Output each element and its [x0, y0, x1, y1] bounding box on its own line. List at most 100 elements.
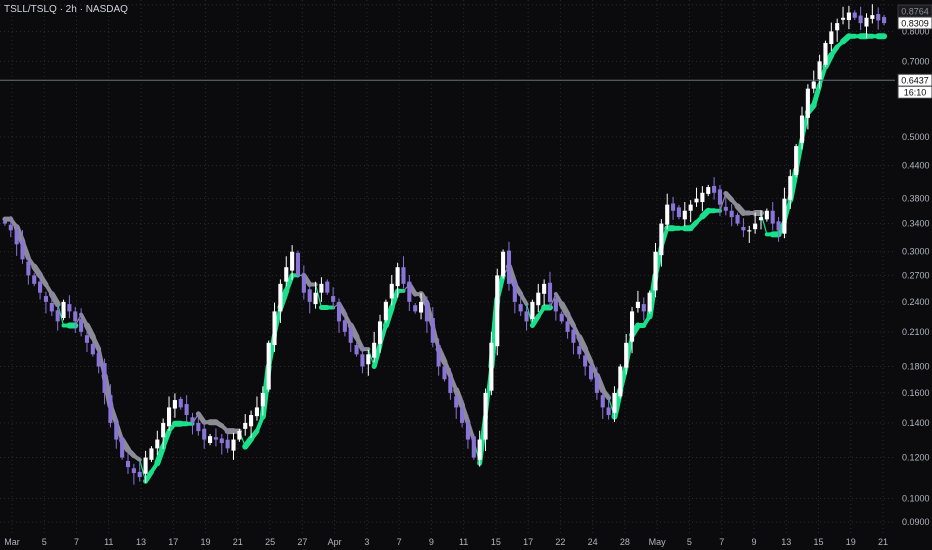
- candle-body: [506, 250, 512, 284]
- candle-body: [325, 281, 330, 293]
- candle-body: [284, 267, 289, 282]
- candle-body: [770, 210, 775, 224]
- candle-body: [688, 204, 693, 211]
- candle-body: [319, 283, 324, 293]
- candle-body: [84, 335, 90, 343]
- price-chart[interactable]: 0.80000.70000.50000.44000.38000.34000.30…: [0, 0, 932, 550]
- candle-body: [272, 311, 277, 346]
- candle-body: [225, 439, 230, 449]
- y-tick-label: 0.0900: [902, 517, 930, 527]
- candle-body: [336, 302, 342, 322]
- candle-body: [717, 189, 723, 205]
- candle-body: [864, 17, 869, 27]
- candle-body: [606, 407, 611, 416]
- candle-body: [231, 439, 236, 451]
- candle-body: [424, 300, 429, 322]
- candle-body: [729, 210, 734, 218]
- price-axis[interactable]: 0.80000.70000.50000.44000.38000.34000.30…: [902, 26, 930, 527]
- candle-body: [618, 366, 623, 397]
- time-axis[interactable]: Mar 5 7 11 13 17 19 21 25 27 Apr 3 7 9 11 15 17 22 24 28 May…: [4, 537, 888, 547]
- candle-body: [776, 221, 781, 231]
- y-tick-label: 0.7000: [902, 56, 930, 66]
- candle-body: [172, 400, 177, 409]
- candle-body: [811, 81, 816, 89]
- candle-body: [477, 439, 482, 460]
- x-tick-label: Mar: [4, 537, 20, 547]
- candle-body: [829, 31, 834, 45]
- candle-body: [518, 304, 523, 312]
- candle-body: [213, 437, 218, 440]
- candle-body: [108, 395, 113, 423]
- x-tick-label: 9: [429, 537, 434, 547]
- x-tick-label: 17: [168, 537, 178, 547]
- candle-body: [114, 422, 119, 440]
- y-tick-label: 0.2100: [902, 327, 930, 337]
- candle-body: [208, 436, 213, 443]
- candle-body: [413, 305, 418, 312]
- candle-body: [383, 301, 388, 321]
- candle-body: [588, 365, 594, 380]
- y-tick-label: 0.1000: [902, 493, 930, 503]
- candle-body: [782, 198, 787, 234]
- x-tick-label: 15: [813, 537, 823, 547]
- candle-body: [307, 289, 312, 302]
- candle-body: [49, 302, 54, 312]
- candle-body: [471, 436, 476, 458]
- y-tick-label: 0.1200: [902, 453, 930, 463]
- candle-body: [143, 457, 148, 474]
- x-tick-label: Apr: [328, 537, 342, 547]
- candle-body: [876, 14, 881, 21]
- candle-body: [454, 396, 459, 408]
- candle-body: [794, 146, 799, 176]
- candle-body: [641, 304, 646, 312]
- candle-body: [61, 301, 66, 319]
- candle-body: [196, 422, 201, 432]
- x-tick-label: 11: [459, 537, 468, 547]
- candle-body: [512, 280, 517, 302]
- candle-body: [671, 203, 676, 211]
- candle-body: [237, 431, 242, 440]
- candle-body: [706, 187, 711, 194]
- price-badges: 0.8764 0.8309 0.6437 16:10: [897, 4, 932, 99]
- x-tick-label: 7: [397, 537, 402, 547]
- candle-body: [407, 281, 412, 302]
- candle-body: [624, 342, 629, 368]
- candle-body: [495, 275, 500, 347]
- candle-body: [647, 292, 652, 312]
- candle-body: [202, 428, 207, 440]
- candle-body: [419, 301, 424, 313]
- symbol-title[interactable]: TSLL/TSLQ · 2h · NASDAQ: [4, 4, 128, 15]
- y-tick-label: 0.1600: [902, 388, 930, 398]
- y-tick-label: 0.5000: [902, 132, 930, 142]
- candle-body: [577, 346, 582, 355]
- candle-body: [436, 345, 441, 367]
- candle-body: [366, 354, 371, 365]
- candle-body: [659, 223, 664, 256]
- trail-segment: [518, 292, 529, 307]
- candle-body: [465, 421, 470, 440]
- candle-body: [536, 292, 541, 306]
- candle-body: [96, 353, 101, 367]
- candle-body: [79, 319, 84, 332]
- candle-body: [629, 311, 635, 342]
- candle-body: [694, 198, 699, 203]
- candle-body: [266, 342, 271, 390]
- candle-body: [131, 468, 136, 474]
- x-tick-label: 11: [104, 537, 113, 547]
- candle-body: [278, 283, 283, 312]
- candle-body: [20, 241, 25, 260]
- candle-body: [149, 448, 154, 460]
- candle-body: [747, 230, 752, 232]
- candle-body: [741, 226, 746, 231]
- y-tick-label: 0.2700: [902, 270, 930, 280]
- candle-body: [377, 321, 383, 344]
- y-tick-label: 0.3400: [902, 219, 930, 229]
- crosshair-price-badge-label: 0.6437: [901, 76, 929, 86]
- candle-body: [823, 42, 828, 65]
- candle-body: [682, 210, 687, 220]
- y-tick-label: 0.1800: [902, 361, 930, 371]
- candle-body: [67, 304, 72, 312]
- candle-body: [32, 275, 37, 284]
- candle-body: [342, 320, 347, 332]
- x-tick-label: 21: [233, 537, 243, 547]
